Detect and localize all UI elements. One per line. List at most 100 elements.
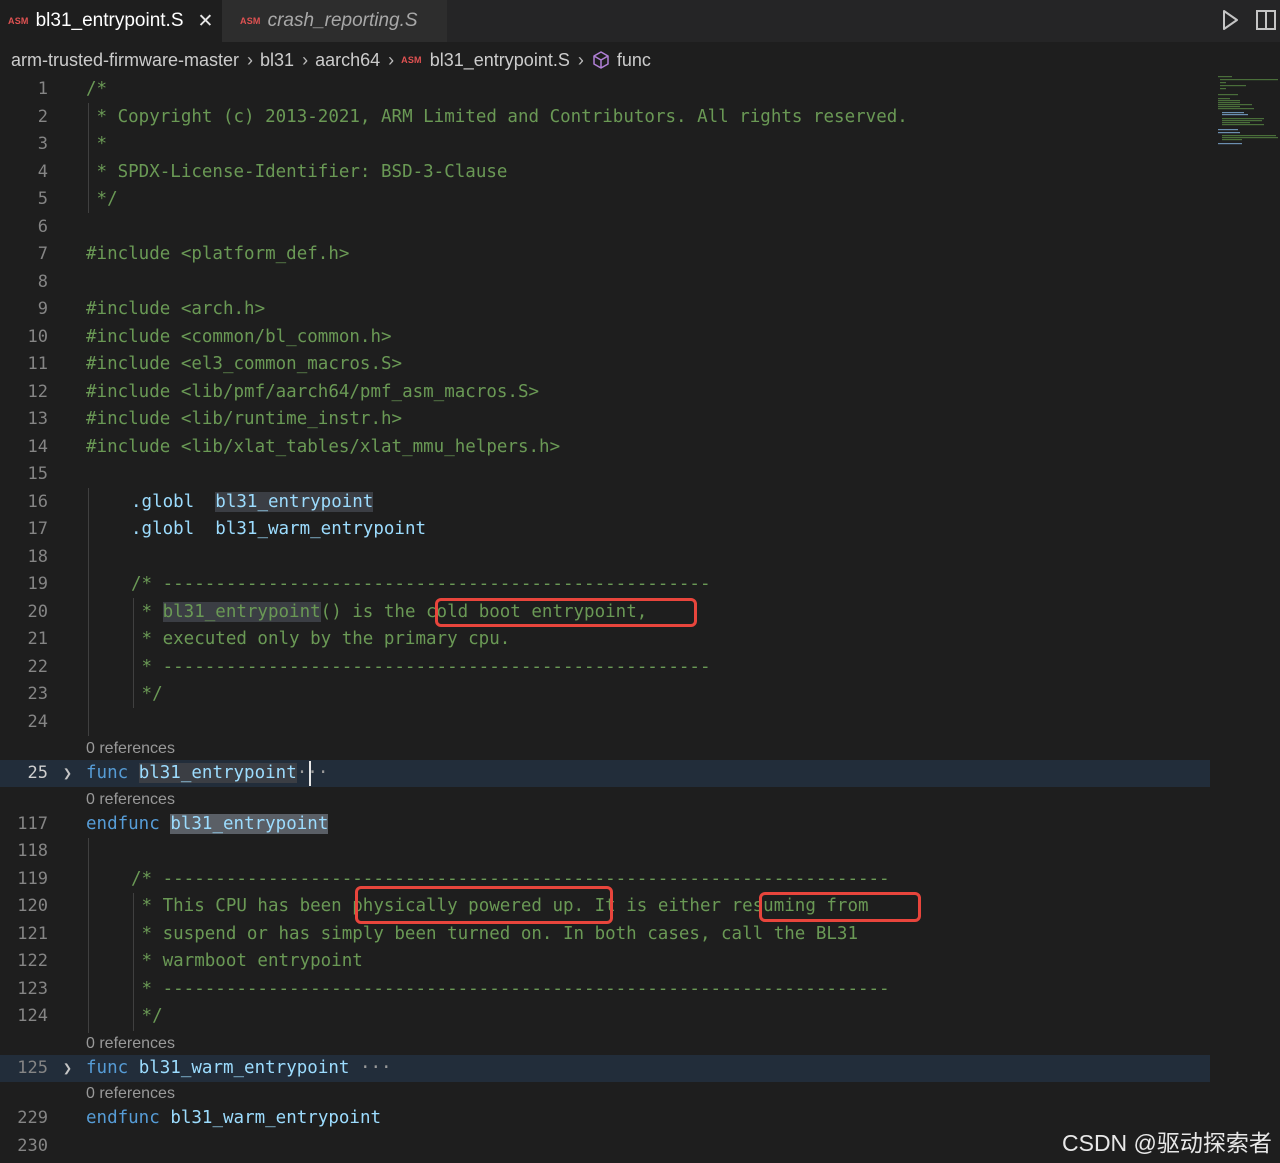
annotation-box <box>355 886 613 924</box>
line-number: 118 <box>17 841 48 861</box>
line-number: 2 <box>37 107 48 127</box>
minimap[interactable] <box>1218 75 1280 145</box>
tab-bar: ASM bl31_entrypoint.S ✕ ASM crash_report… <box>0 0 1280 42</box>
asm-file-icon: ASM <box>401 55 422 65</box>
breadcrumb-file[interactable]: bl31_entrypoint.S <box>430 50 570 71</box>
line-number: 3 <box>37 134 48 154</box>
indent-guide <box>88 838 89 1033</box>
tab-label: bl31_entrypoint.S <box>35 10 184 31</box>
line-number: 117 <box>17 814 48 834</box>
line-number: 12 <box>27 382 48 402</box>
breadcrumb-item[interactable]: arm-trusted-firmware-master <box>11 50 239 71</box>
code-line: */ <box>131 684 163 704</box>
code-lens-references[interactable]: 0 references <box>86 1084 175 1104</box>
code-line: /* -------------------------------------… <box>131 574 711 594</box>
code-lens-references[interactable]: 0 references <box>86 739 175 759</box>
code-line: * executed only by the primary cpu. <box>131 629 511 649</box>
code-line: endfunc bl31_warm_entrypoint <box>86 1105 381 1132</box>
line-number: 6 <box>37 217 48 237</box>
line-number: 22 <box>27 657 48 677</box>
tab-label: crash_reporting.S <box>267 10 418 31</box>
breadcrumb-symbol[interactable]: func <box>617 50 651 71</box>
code-line: endfunc bl31_entrypoint <box>86 811 329 838</box>
folded-ellipsis[interactable]: ··· <box>297 763 329 783</box>
chevron-right-icon[interactable]: ❯ <box>63 1055 72 1082</box>
tab-bl31-entrypoint[interactable]: ASM bl31_entrypoint.S ✕ <box>0 0 222 42</box>
split-editor-icon[interactable] <box>1255 8 1277 32</box>
line-number: 7 <box>37 244 48 264</box>
line-number: 24 <box>27 712 48 732</box>
keyword: func <box>86 763 129 783</box>
symbol-bl31-warm-entrypoint[interactable]: bl31_warm_entrypoint <box>170 1108 381 1128</box>
chevron-right-icon: › <box>302 49 309 70</box>
symbol-bl31-warm-entrypoint[interactable]: bl31_warm_entrypoint <box>139 1058 350 1078</box>
symbol-bl31-warm-entrypoint[interactable]: bl31_warm_entrypoint <box>215 519 426 539</box>
code-lens-references[interactable]: 0 references <box>86 790 175 810</box>
code-line: */ <box>86 189 118 209</box>
code-line: * --------------------------------------… <box>131 657 711 677</box>
code-line: * suspend or has simply been turned on. … <box>131 924 858 944</box>
line-number: 125 <box>17 1058 48 1078</box>
code-line: func bl31_entrypoint··· <box>86 760 328 787</box>
tab-crash-reporting[interactable]: ASM crash_reporting.S <box>222 0 448 42</box>
chevron-right-icon: › <box>247 49 254 70</box>
line-number: 17 <box>27 519 48 539</box>
breadcrumb-item[interactable]: aarch64 <box>315 50 380 71</box>
code-line: * SPDX-License-Identifier: BSD-3-Clause <box>86 162 508 182</box>
directive: .globl <box>131 492 195 512</box>
code-line: * warmboot entrypoint <box>131 951 363 971</box>
code-line: #include <lib/pmf/aarch64/pmf_asm_macros… <box>86 382 540 402</box>
asm-file-icon: ASM <box>240 16 261 26</box>
line-number: 5 <box>37 189 48 209</box>
chevron-right-icon[interactable]: ❯ <box>63 760 72 787</box>
line-number: 10 <box>27 327 48 347</box>
keyword: endfunc <box>86 814 160 834</box>
line-number: 18 <box>27 547 48 567</box>
line-number: 4 <box>37 162 48 182</box>
line-number: 16 <box>27 492 48 512</box>
code-line: #include <platform_def.h> <box>86 244 350 264</box>
keyword: func <box>86 1058 129 1078</box>
line-number: 25 <box>27 763 48 783</box>
code-line: #include <el3_common_macros.S> <box>86 354 403 374</box>
line-number: 14 <box>27 437 48 457</box>
run-icon[interactable] <box>1219 8 1241 32</box>
code-line: * <box>86 134 108 154</box>
breadcrumb-item[interactable]: bl31 <box>260 50 294 71</box>
symbol-bl31-entrypoint[interactable]: bl31_entrypoint <box>170 814 329 834</box>
line-number: 120 <box>17 896 48 916</box>
code-line: * Copyright (c) 2013-2021, ARM Limited a… <box>86 107 908 127</box>
code-line: */ <box>131 1006 163 1026</box>
code-line: #include <common/bl_common.h> <box>86 327 392 347</box>
line-number: 15 <box>27 464 48 484</box>
line-number: 119 <box>17 869 48 889</box>
line-number: 1 <box>37 79 48 99</box>
line-number: 20 <box>27 602 48 622</box>
keyword: endfunc <box>86 1108 160 1128</box>
code-line: .globl bl31_warm_entrypoint <box>131 516 426 543</box>
symbol-bl31-entrypoint[interactable]: bl31_entrypoint <box>138 763 297 783</box>
line-number: 9 <box>37 299 48 319</box>
line-number: 123 <box>17 979 48 999</box>
annotation-box <box>759 892 921 922</box>
breadcrumb: arm-trusted-firmware-master › bl31 › aar… <box>0 44 1280 76</box>
chevron-right-icon: › <box>577 49 584 70</box>
indent-guide <box>88 488 89 736</box>
code-line: /* <box>86 79 108 99</box>
symbol-bl31-entrypoint[interactable]: bl31_entrypoint <box>215 492 374 512</box>
code-line: #include <lib/xlat_tables/xlat_mmu_helpe… <box>86 437 561 457</box>
line-number: 23 <box>27 684 48 704</box>
line-number: 122 <box>17 951 48 971</box>
folded-ellipsis[interactable]: ··· <box>360 1058 392 1078</box>
code-editor[interactable]: 1 2 3 4 5 6 7 8 9 10 11 12 13 14 15 16 1… <box>0 0 1280 1163</box>
line-number: 13 <box>27 409 48 429</box>
text-cursor <box>309 761 311 786</box>
line-number: 229 <box>17 1108 48 1128</box>
close-icon[interactable]: ✕ <box>198 10 214 33</box>
line-number: 21 <box>27 629 48 649</box>
line-number: 121 <box>17 924 48 944</box>
directive: .globl <box>131 519 195 539</box>
code-line: * --------------------------------------… <box>131 979 890 999</box>
code-lens-references[interactable]: 0 references <box>86 1034 175 1054</box>
annotation-box <box>435 598 697 627</box>
